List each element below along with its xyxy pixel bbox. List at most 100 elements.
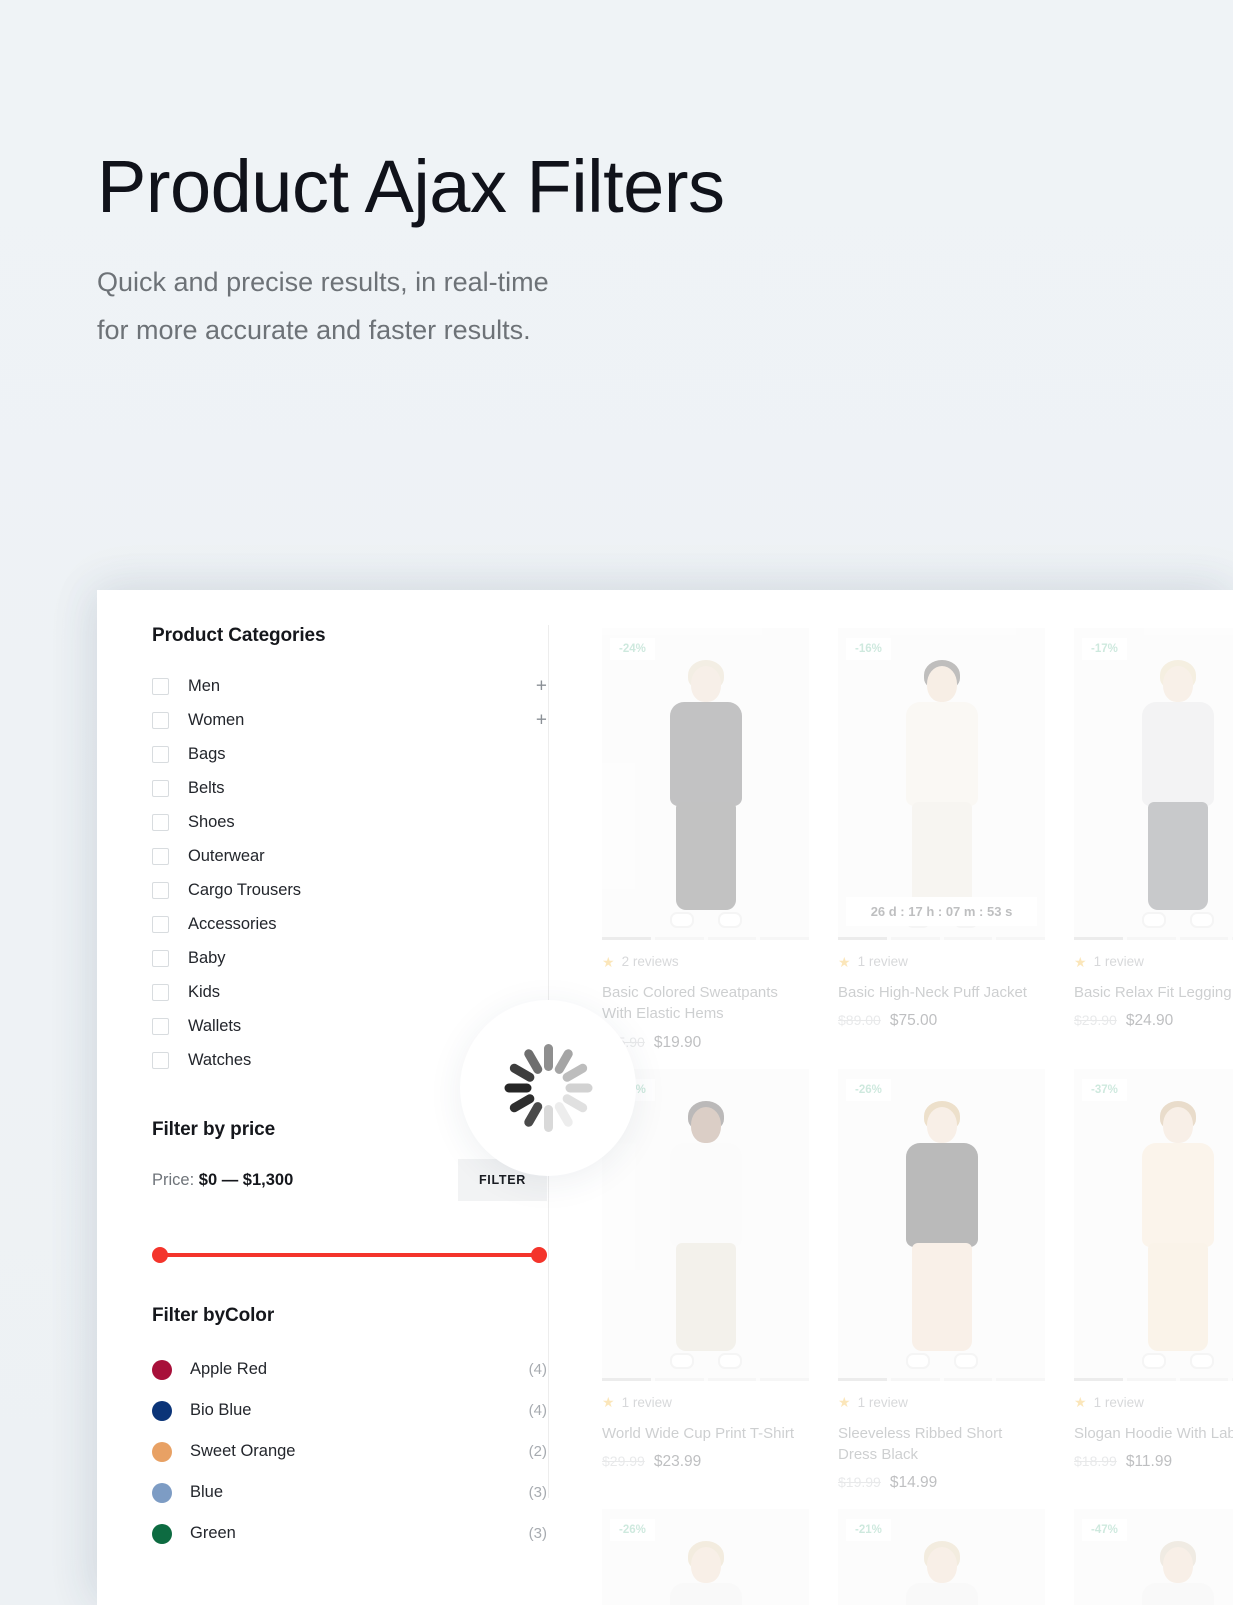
category-item[interactable]: Cargo Trousers (152, 873, 547, 907)
figure-shoe-left (1141, 912, 1166, 928)
figure-shoe-right (953, 1352, 978, 1369)
image-thumb-indicator[interactable] (602, 1377, 809, 1381)
color-item[interactable]: Bio Blue (4) (152, 1390, 547, 1431)
category-item[interactable]: Baby (152, 941, 547, 975)
discount-badge: -17% (1082, 638, 1127, 660)
category-item[interactable]: Women + (152, 703, 547, 737)
product-card[interactable]: -47% (1074, 1509, 1233, 1605)
hero-section: Product Ajax Filters Quick and precise r… (97, 150, 957, 354)
figure-top (1141, 702, 1214, 806)
product-card[interactable]: -19% ★ 1 review World Wide Cup Print T-Shir… (602, 1068, 809, 1493)
image-thumb-indicator[interactable] (1074, 937, 1233, 940)
slider-handle-max[interactable] (531, 1247, 547, 1263)
product-image[interactable]: -16% 26 d : 17 h : 07 m : 53 s (838, 628, 1045, 940)
figure-top (1141, 1142, 1214, 1247)
category-checkbox[interactable] (152, 677, 169, 695)
product-image[interactable]: -24% (602, 628, 809, 940)
expand-plus-icon[interactable]: + (536, 711, 547, 730)
product-image[interactable]: -47% (1074, 1509, 1233, 1605)
product-name[interactable]: Basic Colored Sweatpants With Elastic He… (602, 982, 809, 1025)
product-image[interactable]: -26% (838, 1068, 1045, 1381)
price-range-slider[interactable] (152, 1247, 547, 1263)
figure-bottom (911, 802, 972, 910)
category-item[interactable]: Outerwear (152, 839, 547, 873)
color-title: Filter byColor (152, 1305, 275, 1326)
category-item[interactable]: Accessories (152, 907, 547, 941)
product-price: $29.99 $23.99 (602, 1453, 809, 1471)
product-name[interactable]: Basic Relax Fit Legging (1074, 982, 1233, 1003)
product-name[interactable]: Slogan Hoodie With Label (1074, 1423, 1233, 1444)
color-swatch-icon[interactable] (152, 1400, 172, 1421)
figure-top (669, 702, 742, 806)
star-icon: ★ (1074, 1394, 1087, 1411)
category-checkbox[interactable] (152, 745, 169, 763)
category-checkbox[interactable] (152, 1051, 169, 1069)
color-item[interactable]: Sweet Orange (2) (152, 1431, 547, 1472)
product-rating: ★ 2 reviews (602, 954, 809, 969)
category-checkbox[interactable] (152, 813, 169, 831)
product-price: $18.99 $11.99 (1074, 1453, 1233, 1471)
image-thumb-indicator[interactable] (838, 1377, 1045, 1381)
category-label: Accessories (188, 914, 277, 933)
product-card[interactable]: -24% ★ 2 reviews Basic Colored Sweatpants W… (602, 628, 809, 1052)
color-item[interactable]: Apple Red (4) (152, 1349, 547, 1390)
product-price: $89.00 $75.00 (838, 1012, 1045, 1030)
price-range-value: $0 — $1,300 (198, 1170, 294, 1189)
product-card[interactable]: -21% (838, 1509, 1045, 1605)
product-card[interactable]: -26% ★ 1 review Sleeveless Ribbed Short Dre… (838, 1068, 1045, 1493)
review-count: 1 review (857, 954, 908, 969)
image-thumb-indicator[interactable] (838, 937, 1045, 940)
product-image[interactable]: -21% (838, 1509, 1045, 1605)
product-name[interactable]: Sleeveless Ribbed Short Dress Black (838, 1423, 1045, 1466)
categories-title: Product Categories (152, 625, 326, 646)
category-checkbox[interactable] (152, 949, 169, 967)
product-card[interactable]: -16% 26 d : 17 h : 07 m : 53 s ★ 1 review Ba… (838, 628, 1045, 1052)
product-image[interactable]: -26% (602, 1509, 809, 1605)
category-item[interactable]: Belts (152, 771, 547, 805)
category-checkbox[interactable] (152, 779, 169, 797)
color-label: Blue (190, 1483, 224, 1501)
category-list: Men + Women + Bags Belts Shoes Outerwear Cargo T… (152, 669, 547, 1077)
product-card[interactable]: -37% ★ 1 review Slogan Hoodie With Label $18… (1074, 1068, 1233, 1493)
category-item[interactable]: Men + (152, 669, 547, 703)
category-checkbox[interactable] (152, 1017, 169, 1035)
category-checkbox[interactable] (152, 915, 169, 933)
figure-top (1141, 1583, 1214, 1605)
category-checkbox[interactable] (152, 881, 169, 899)
color-swatch-icon[interactable] (152, 1359, 172, 1380)
category-checkbox[interactable] (152, 711, 169, 729)
product-image[interactable]: -37% (1074, 1068, 1233, 1381)
color-swatch-icon[interactable] (152, 1441, 172, 1462)
figure-bottom (1147, 1242, 1208, 1351)
slider-handle-min[interactable] (152, 1247, 168, 1263)
color-swatch-icon[interactable] (152, 1523, 172, 1544)
image-thumb-indicator[interactable] (602, 937, 809, 940)
product-card[interactable]: -17% ★ 1 review Basic Relax Fit Legging $29.… (1074, 628, 1233, 1052)
color-swatch-icon[interactable] (152, 1482, 172, 1503)
expand-plus-icon[interactable]: + (536, 677, 547, 696)
category-item[interactable]: Shoes (152, 805, 547, 839)
product-rating: ★ 1 review (838, 954, 1045, 969)
countdown-timer: 26 d : 17 h : 07 m : 53 s (846, 897, 1037, 926)
category-item[interactable]: Kids (152, 975, 547, 1009)
review-count: 1 review (1093, 954, 1144, 969)
loading-spinner-icon (504, 1044, 592, 1132)
category-checkbox[interactable] (152, 847, 169, 865)
color-label: Sweet Orange (190, 1442, 296, 1460)
product-card[interactable]: -26% (602, 1509, 809, 1605)
slider-track[interactable] (160, 1253, 539, 1257)
color-item[interactable]: Blue (3) (152, 1472, 547, 1513)
product-name[interactable]: World Wide Cup Print T-Shirt (602, 1423, 809, 1444)
product-image[interactable]: -17% (1074, 628, 1233, 940)
product-rating: ★ 1 review (1074, 954, 1233, 969)
product-figure (894, 660, 990, 932)
star-icon: ★ (602, 1394, 615, 1411)
color-item[interactable]: Green (3) (152, 1513, 547, 1554)
image-thumb-indicator[interactable] (1074, 1377, 1233, 1381)
spinner-spoke (543, 1105, 553, 1132)
category-checkbox[interactable] (152, 983, 169, 1001)
category-item[interactable]: Bags (152, 737, 547, 771)
product-image[interactable]: -19% (602, 1068, 809, 1381)
product-name[interactable]: Basic High-Neck Puff Jacket (838, 982, 1045, 1003)
figure-shoe-right (1189, 1352, 1214, 1369)
